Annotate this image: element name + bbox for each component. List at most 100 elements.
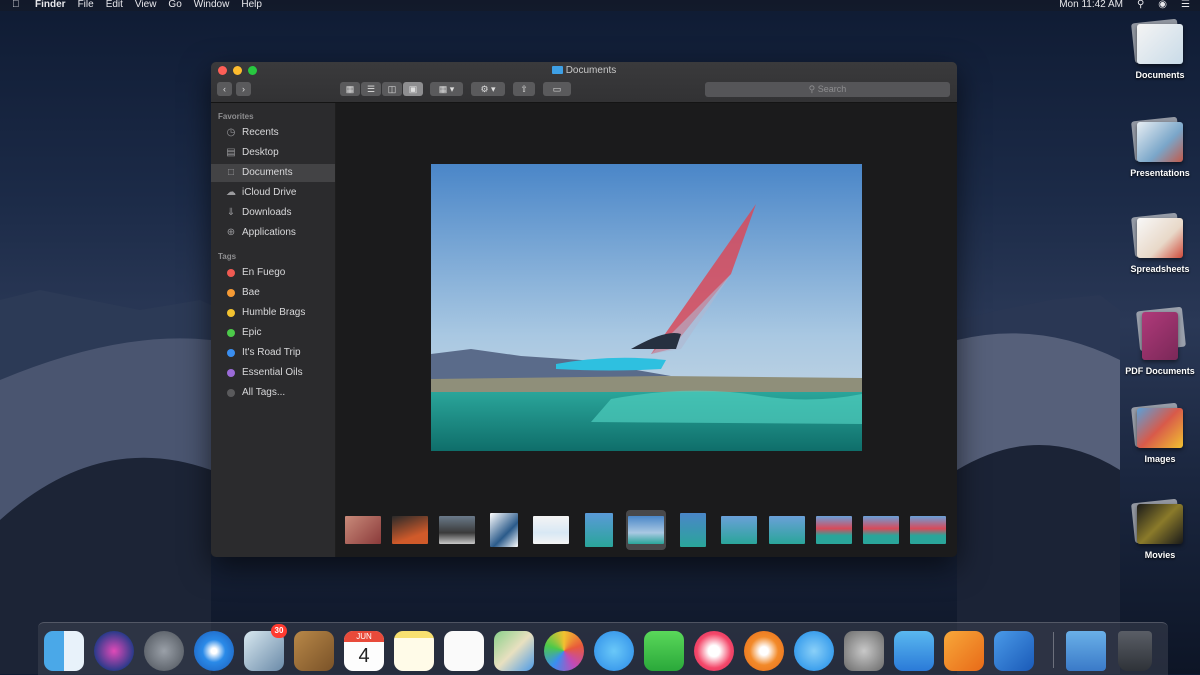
desktop-stack-label: Movies [1144, 550, 1176, 560]
app-store-icon[interactable] [794, 631, 834, 671]
tag-button[interactable]: ▭ [543, 82, 571, 96]
gallery-view [336, 103, 957, 557]
desktop-stack-label: Images [1144, 454, 1176, 464]
menu-help[interactable]: Help [241, 0, 262, 10]
menu-window[interactable]: Window [194, 0, 230, 10]
column-view-button[interactable]: ◫ [382, 82, 402, 96]
sidebar-tag-epic[interactable]: Epic [211, 324, 335, 342]
desktop-stack-label: PDF Documents [1125, 366, 1195, 376]
window-toolbar: Documents ‹ › ▦ ☰ ◫ ▣ ▦ ▾ ⚙ ▾ ⇧ ▭ ⚲ Sear… [211, 62, 957, 103]
sidebar-item-icloud-drive[interactable]: ☁ iCloud Drive [211, 184, 335, 202]
film-thumbnail[interactable] [392, 516, 428, 544]
desktop-stack-spreadsheets[interactable]: Spreadsheets [1120, 218, 1200, 274]
film-thumbnail[interactable] [816, 516, 852, 544]
ibooks-icon[interactable] [744, 631, 784, 671]
list-view-button[interactable]: ☰ [361, 82, 381, 96]
sidebar-item-documents[interactable]: □ Documents [211, 164, 335, 182]
film-thumbnail[interactable] [680, 513, 706, 547]
messages-icon[interactable] [594, 631, 634, 671]
spotlight-icon[interactable]: ⚲ [1137, 0, 1144, 10]
photos-icon[interactable] [544, 631, 584, 671]
sidebar-tag-essential-oils[interactable]: Essential Oils [211, 364, 335, 382]
sidebar-item-recents[interactable]: ◷ Recents [211, 124, 335, 142]
system-preferences-icon[interactable] [844, 631, 884, 671]
window-title: Documents [211, 65, 957, 76]
siri-icon[interactable]: ◉ [1158, 0, 1167, 10]
launchpad-icon[interactable] [144, 631, 184, 671]
menu-go[interactable]: Go [168, 0, 181, 10]
xcode-icon[interactable] [994, 631, 1034, 671]
siri-icon[interactable] [94, 631, 134, 671]
desktop-stack-images[interactable]: Images [1120, 408, 1200, 464]
safari-icon[interactable] [194, 631, 234, 671]
sidebar-tag-its-road-trip[interactable]: It's Road Trip [211, 344, 335, 362]
spreadsheets-stack-icon [1137, 218, 1183, 258]
clock-icon: ◷ [226, 127, 236, 138]
facetime-icon[interactable] [644, 631, 684, 671]
green-tag-dot [227, 329, 235, 337]
icon-view-button[interactable]: ▦ [340, 82, 360, 96]
desktop-stack-presentations[interactable]: Presentations [1120, 122, 1200, 178]
itunes-icon[interactable] [694, 631, 734, 671]
sidebar-item-label: Documents [242, 167, 293, 178]
menu-view[interactable]: View [135, 0, 157, 10]
folder-icon [551, 66, 563, 74]
trash-icon[interactable] [1118, 631, 1152, 671]
sidebar-item-label: Essential Oils [242, 367, 303, 378]
menu-file[interactable]: File [78, 0, 94, 10]
menu-clock[interactable]: Mon 11:42 AM [1059, 0, 1123, 10]
desktop-stack-documents[interactable]: Documents [1120, 24, 1200, 80]
maps-icon[interactable] [494, 631, 534, 671]
film-thumbnail[interactable] [533, 516, 569, 544]
menu-edit[interactable]: Edit [106, 0, 123, 10]
film-thumbnail[interactable] [345, 516, 381, 544]
film-thumbnail[interactable] [439, 516, 475, 544]
sidebar-item-label: Desktop [242, 147, 279, 158]
notification-center-icon[interactable]: ☰ [1181, 0, 1190, 10]
sidebar-tag-en-fuego[interactable]: En Fuego [211, 264, 335, 282]
film-thumbnail[interactable] [585, 513, 613, 547]
contacts-icon[interactable] [294, 631, 334, 671]
share-button[interactable]: ⇧ [513, 82, 535, 96]
window-title-text: Documents [565, 65, 617, 76]
sidebar-item-applications[interactable]: ⊕ Applications [211, 224, 335, 242]
purple-tag-dot [227, 369, 235, 377]
reminders-icon[interactable] [444, 631, 484, 671]
forward-button[interactable]: › [236, 82, 251, 96]
action-gear-button[interactable]: ⚙ ▾ [471, 82, 505, 96]
apple-menu-icon[interactable]:  [12, 0, 22, 10]
film-thumbnail[interactable] [769, 516, 805, 544]
gallery-view-button[interactable]: ▣ [403, 82, 423, 96]
back-button[interactable]: ‹ [217, 82, 232, 96]
film-thumbnail[interactable] [863, 516, 899, 544]
sidebar-tag-humble-brags[interactable]: Humble Brags [211, 304, 335, 322]
desktop-stack-pdf-documents[interactable]: PDF Documents [1120, 312, 1200, 376]
calendar-day: 4 [358, 645, 370, 667]
desktop-stack-movies[interactable]: Movies [1120, 504, 1200, 560]
sidebar-item-label: En Fuego [242, 267, 286, 278]
tags-header: Tags [218, 252, 237, 261]
menu-app-name[interactable]: Finder [35, 0, 66, 10]
film-thumbnail-selected[interactable] [628, 516, 664, 544]
menu-bar:  Finder File Edit View Go Window Help M… [0, 0, 1200, 11]
pages-icon[interactable] [944, 631, 984, 671]
sidebar-item-downloads[interactable]: ⇓ Downloads [211, 204, 335, 222]
group-by-button[interactable]: ▦ ▾ [430, 82, 463, 96]
desktop-stack-label: Presentations [1130, 168, 1190, 178]
film-thumbnail[interactable] [721, 516, 757, 544]
downloads-folder-icon[interactable] [1066, 631, 1106, 671]
finder-icon[interactable] [44, 631, 84, 671]
film-thumbnail[interactable] [910, 516, 946, 544]
sidebar-item-desktop[interactable]: ▤ Desktop [211, 144, 335, 162]
sidebar-all-tags[interactable]: All Tags... [211, 384, 335, 402]
pdf-stack-icon [1142, 312, 1178, 360]
film-thumbnail[interactable] [490, 513, 518, 547]
download-icon: ⇓ [226, 207, 236, 218]
desktop-stack-label: Documents [1135, 70, 1185, 80]
orange-tag-dot [227, 289, 235, 297]
notes-icon[interactable] [394, 631, 434, 671]
search-field[interactable]: ⚲ Search [705, 82, 950, 97]
calendar-icon[interactable]: JUN 4 [344, 631, 384, 671]
keynote-icon[interactable] [894, 631, 934, 671]
sidebar-tag-bae[interactable]: Bae [211, 284, 335, 302]
